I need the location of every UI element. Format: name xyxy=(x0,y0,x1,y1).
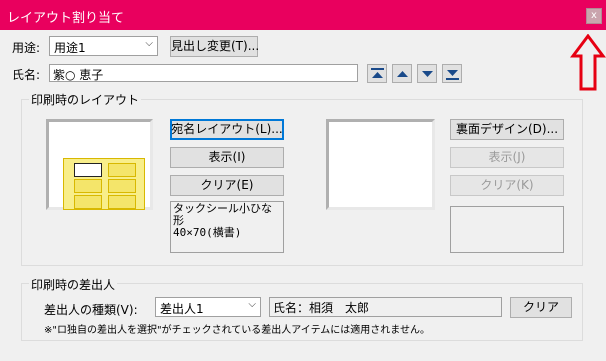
heading-change-button[interactable]: 見出し変更(T)... xyxy=(170,36,259,57)
chevron-down-icon: ⌵ xyxy=(248,299,256,310)
back-clear-button[interactable]: クリア(K) xyxy=(450,175,564,196)
name-field[interactable]: 紫○ 恵子 xyxy=(49,64,358,82)
back-info-box xyxy=(450,206,564,253)
layout-group-title: 印刷時のレイアウト xyxy=(29,91,142,108)
sender-group-title: 印刷時の差出人 xyxy=(29,276,118,293)
back-design-preview xyxy=(326,119,435,210)
back-design-button[interactable]: 裏面デザイン(D)... xyxy=(450,119,564,140)
sender-name-field: 氏名：相須 太郎 xyxy=(269,297,502,317)
back-show-button[interactable]: 表示(J) xyxy=(450,147,564,168)
address-layout-button[interactable]: 宛名レイアウト(L)... xyxy=(170,119,284,140)
window-title: レイアウト割り当て xyxy=(7,11,125,26)
title-bar: レイアウト割り当て x xyxy=(0,0,606,30)
name-value: 紫○ 恵子 xyxy=(53,68,104,82)
sender-name-value: 氏名：相須 太郎 xyxy=(273,301,370,315)
usage-value: 用途1 xyxy=(54,41,86,55)
move-first-button[interactable] xyxy=(367,64,387,83)
move-up-icon xyxy=(397,71,408,77)
sender-note: ※"ロ独自の差出人を選択"がチェックされている差出人アイテムには適用されません。 xyxy=(44,325,430,336)
move-up-button[interactable] xyxy=(392,64,412,83)
move-last-button[interactable] xyxy=(442,64,462,83)
move-down-button[interactable] xyxy=(417,64,437,83)
red-arrow-annotation xyxy=(570,34,606,91)
label-sheet-graphic xyxy=(63,158,145,210)
move-first-icon xyxy=(371,68,384,78)
sender-type-select[interactable]: 差出人1 ⌵ xyxy=(155,297,261,317)
sender-clear-button[interactable]: クリア xyxy=(510,297,572,318)
sender-type-value: 差出人1 xyxy=(160,302,204,316)
usage-select[interactable]: 用途1 ⌵ xyxy=(49,36,158,56)
layout-info-text: タックシール小ひな形 40×70(横書) xyxy=(170,201,284,253)
close-button[interactable]: x xyxy=(586,8,602,24)
address-layout-preview xyxy=(46,119,153,210)
sender-type-label: 差出人の種類(V): xyxy=(44,303,138,317)
name-label: 氏名: xyxy=(12,68,41,82)
move-last-icon xyxy=(446,70,459,80)
show-button[interactable]: 表示(I) xyxy=(170,147,284,168)
move-down-icon xyxy=(422,71,433,77)
chevron-down-icon: ⌵ xyxy=(145,38,153,49)
usage-label: 用途: xyxy=(12,41,41,55)
clear-button[interactable]: クリア(E) xyxy=(170,175,284,196)
